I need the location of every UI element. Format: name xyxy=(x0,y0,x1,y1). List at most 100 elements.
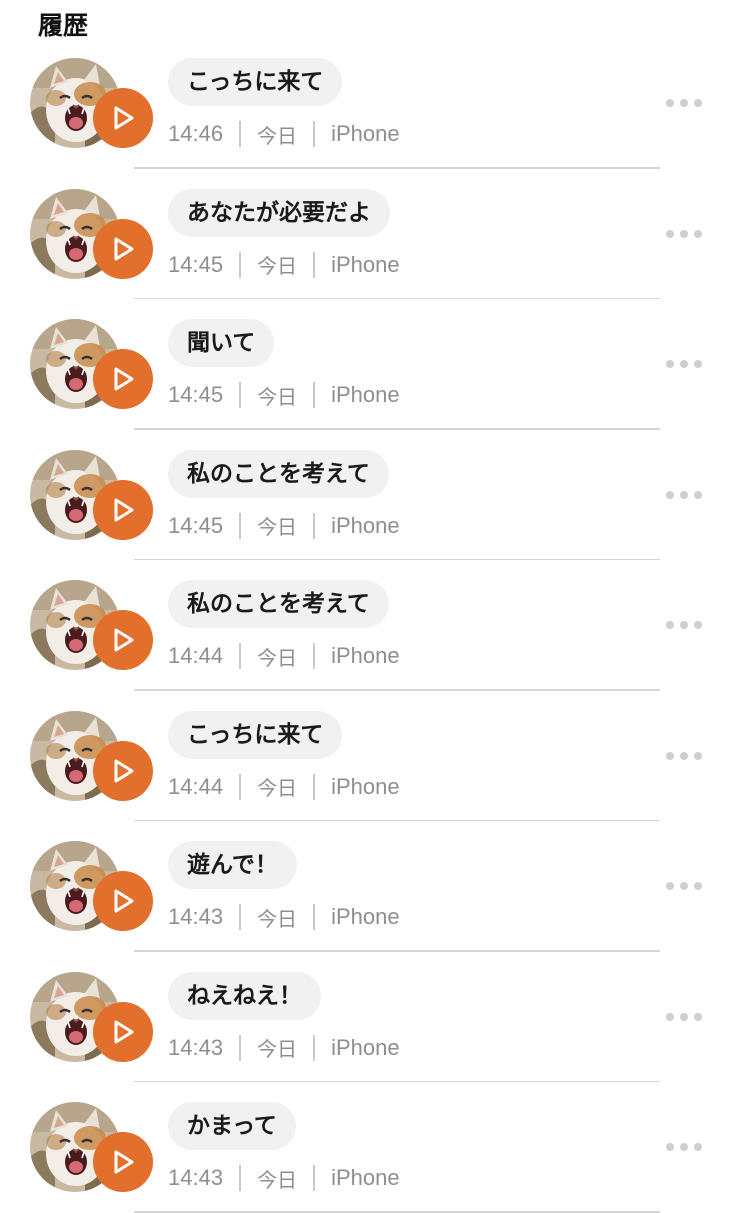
message-time: 14:44 xyxy=(168,773,224,799)
play-icon xyxy=(114,889,134,913)
avatar-group xyxy=(30,971,155,1068)
more-dots-icon[interactable] xyxy=(664,484,704,506)
play-button[interactable] xyxy=(93,349,153,409)
play-button[interactable] xyxy=(93,479,153,540)
message-day: 今日 xyxy=(257,254,298,278)
avatar-group xyxy=(30,580,155,676)
play-button[interactable] xyxy=(93,218,153,279)
meta-divider xyxy=(313,904,316,930)
meta-divider xyxy=(313,773,316,800)
message-time: 14:43 xyxy=(168,904,224,929)
message-device: iPhone xyxy=(331,773,400,799)
avatar-group xyxy=(30,188,155,285)
message-day: 今日 xyxy=(257,1167,298,1192)
meta-divider xyxy=(239,643,242,669)
meta-divider xyxy=(313,121,316,147)
message-bubble[interactable]: 遊んで！ xyxy=(168,841,297,889)
message-bubble[interactable]: あなたが必要だよ xyxy=(168,188,390,237)
message-meta: 14:44 今日 iPhone xyxy=(168,640,400,672)
meta-divider xyxy=(313,1165,316,1191)
message-device: iPhone xyxy=(331,251,400,277)
meta-divider xyxy=(313,512,316,539)
message-device: iPhone xyxy=(331,382,400,407)
message-time: 14:43 xyxy=(168,1034,224,1060)
play-button[interactable] xyxy=(93,740,153,801)
more-dots-icon[interactable] xyxy=(664,614,704,636)
message-device: iPhone xyxy=(331,643,400,668)
history-list: こっちに来て 14:46 今日 iPhone あなたが必要だよ 14:45 今日… xyxy=(0,38,737,1213)
play-button[interactable] xyxy=(93,871,153,931)
message-device: iPhone xyxy=(331,512,400,538)
row-divider xyxy=(134,1211,660,1213)
meta-divider xyxy=(313,643,316,669)
meta-divider xyxy=(239,773,242,800)
message-bubble[interactable]: こっちに来て xyxy=(168,710,343,759)
history-row[interactable]: 聞いて 14:45 今日 iPhone xyxy=(0,299,737,430)
message-meta: 14:45 今日 iPhone xyxy=(168,249,400,281)
message-bubble[interactable]: 聞いて xyxy=(168,319,275,367)
play-button[interactable] xyxy=(93,88,153,148)
message-meta: 14:43 今日 iPhone xyxy=(168,901,400,933)
more-dots-icon[interactable] xyxy=(664,875,704,897)
message-meta: 14:46 今日 iPhone xyxy=(168,118,400,150)
play-icon xyxy=(114,367,134,391)
message-meta: 14:44 今日 iPhone xyxy=(168,771,400,803)
more-dots-icon[interactable] xyxy=(664,745,704,767)
message-day: 今日 xyxy=(257,776,298,800)
play-button[interactable] xyxy=(93,610,153,670)
more-dots-icon[interactable] xyxy=(664,1136,704,1158)
message-meta: 14:45 今日 iPhone xyxy=(168,510,400,542)
message-bubble[interactable]: 私のことを考えて xyxy=(168,580,389,628)
message-day: 今日 xyxy=(257,515,298,539)
meta-divider xyxy=(239,512,242,539)
history-row[interactable]: ねえねえ！ 14:43 今日 iPhone xyxy=(0,952,737,1082)
more-dots-icon[interactable] xyxy=(664,1006,704,1028)
page-title: 履歴 xyxy=(38,11,89,40)
more-dots-icon[interactable] xyxy=(664,353,704,375)
message-time: 14:43 xyxy=(168,1165,224,1190)
play-button[interactable] xyxy=(93,1132,153,1192)
play-icon xyxy=(114,237,134,260)
history-row[interactable]: かまって 14:43 今日 iPhone xyxy=(0,1082,737,1213)
message-day: 今日 xyxy=(257,1037,298,1061)
play-button[interactable] xyxy=(93,1001,153,1062)
meta-divider xyxy=(313,251,316,278)
message-bubble[interactable]: ねえねえ！ xyxy=(168,971,321,1020)
message-device: iPhone xyxy=(331,1034,400,1060)
more-dots-icon[interactable] xyxy=(664,92,704,114)
play-icon xyxy=(114,106,134,130)
message-time: 14:44 xyxy=(168,643,224,668)
history-row[interactable]: 私のことを考えて 14:44 今日 iPhone xyxy=(0,560,737,691)
meta-divider xyxy=(239,382,242,408)
more-dots-icon[interactable] xyxy=(664,223,704,245)
message-device: iPhone xyxy=(331,1165,400,1190)
avatar-group xyxy=(30,319,155,415)
message-device: iPhone xyxy=(331,121,400,146)
meta-divider xyxy=(313,1034,316,1061)
message-bubble[interactable]: かまって xyxy=(168,1102,296,1150)
meta-divider xyxy=(239,121,242,147)
message-time: 14:45 xyxy=(168,512,224,538)
history-row[interactable]: こっちに来て 14:46 今日 iPhone xyxy=(0,38,737,169)
history-row[interactable]: 私のことを考えて 14:45 今日 iPhone xyxy=(0,430,737,560)
message-day: 今日 xyxy=(257,645,298,670)
play-icon xyxy=(114,759,134,782)
avatar-group xyxy=(30,841,155,937)
message-time: 14:45 xyxy=(168,382,224,407)
message-bubble[interactable]: こっちに来て xyxy=(168,58,343,106)
message-time: 14:45 xyxy=(168,251,224,277)
meta-divider xyxy=(239,904,242,930)
history-row[interactable]: 遊んで！ 14:43 今日 iPhone xyxy=(0,821,737,952)
message-meta: 14:43 今日 iPhone xyxy=(168,1162,400,1194)
play-icon xyxy=(114,1150,134,1174)
message-day: 今日 xyxy=(257,123,298,148)
history-row[interactable]: あなたが必要だよ 14:45 今日 iPhone xyxy=(0,169,737,299)
meta-divider xyxy=(313,382,316,408)
play-icon xyxy=(114,1020,134,1043)
message-bubble[interactable]: 私のことを考えて xyxy=(168,449,389,498)
message-time: 14:46 xyxy=(168,121,224,146)
meta-divider xyxy=(239,1034,242,1061)
meta-divider xyxy=(239,251,242,278)
message-day: 今日 xyxy=(257,906,298,931)
history-row[interactable]: こっちに来て 14:44 今日 iPhone xyxy=(0,691,737,821)
